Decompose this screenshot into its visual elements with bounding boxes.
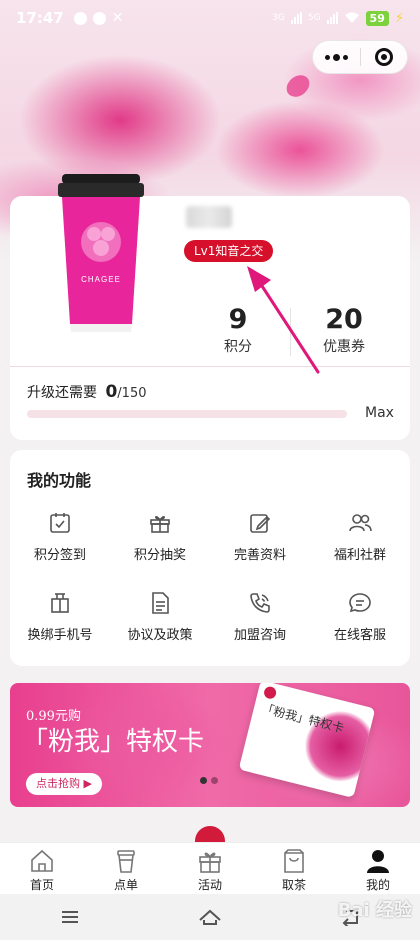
pagination-dot[interactable] (200, 777, 207, 784)
signal-icon (326, 12, 338, 24)
cup-brand-text: CHAGEE (81, 275, 121, 284)
phone-call-icon (247, 590, 273, 616)
stat-divider (290, 308, 291, 356)
phone-swap-icon (47, 590, 73, 616)
wifi-icon (344, 12, 359, 23)
brand-logo-icon (262, 685, 278, 700)
banner-title: 「粉我」特权卡 (22, 727, 205, 757)
function-label: 换绑手机号 (27, 628, 93, 643)
upgrade-progress-bar (27, 410, 347, 418)
function-label: 福利社群 (333, 548, 386, 563)
pagination-dot[interactable] (211, 777, 218, 784)
function-label: 加盟咨询 (233, 628, 286, 643)
function-franchise[interactable]: 加盟咨询 (210, 590, 310, 650)
function-label: 协议及政策 (127, 628, 193, 643)
coupons-stat[interactable]: 20 优惠券 (294, 304, 394, 356)
signal-icon (290, 12, 302, 24)
network-label-2: 5G (307, 13, 321, 23)
tab-home[interactable]: 首页 (0, 843, 84, 894)
coupons-value: 20 (325, 304, 363, 335)
buy-now-button[interactable]: 点击抢购 ▶ (26, 773, 102, 795)
function-label: 积分抽奖 (133, 548, 186, 563)
tab-label: 点单 (113, 878, 138, 892)
status-time: 17:47 (16, 9, 64, 27)
coupons-label: 优惠券 (323, 339, 365, 355)
points-value: 9 (228, 304, 248, 335)
message-icon (73, 11, 87, 25)
card-divider (10, 366, 410, 367)
tools-icon: ✕ (111, 10, 124, 26)
home-button[interactable] (190, 897, 230, 937)
menu-icon (62, 911, 78, 923)
function-lottery[interactable]: 积分抽奖 (110, 510, 210, 570)
tab-mine[interactable]: 我的 (336, 843, 420, 894)
center-tab-badge (195, 826, 225, 842)
cup-icon (112, 847, 140, 875)
document-icon (147, 590, 173, 616)
card-text: 「粉我」特权卡 (260, 701, 346, 736)
upgrade-label: 升级还需要 (27, 385, 97, 401)
tab-label: 活动 (197, 878, 222, 892)
function-label: 完善资料 (233, 548, 286, 563)
upgrade-total: /150 (117, 386, 147, 401)
function-phone-swap[interactable]: 换绑手机号 (10, 590, 110, 650)
functions-title: 我的功能 (27, 471, 92, 490)
points-label: 积分 (224, 339, 252, 355)
tab-pickup[interactable]: 取茶 (252, 843, 336, 894)
bag-icon (280, 847, 308, 875)
home-icon (28, 847, 56, 875)
banner-pagination (200, 777, 218, 784)
points-stat[interactable]: 9 积分 (188, 304, 288, 356)
miniprogram-capsule (312, 40, 408, 74)
tab-order[interactable]: 点单 (84, 843, 168, 894)
level-badge[interactable]: Lv1知音之交 (184, 240, 274, 262)
more-dots-icon (324, 54, 330, 60)
tab-activity[interactable]: 活动 (168, 843, 252, 894)
gift-icon (196, 847, 224, 875)
menu-button[interactable] (50, 897, 90, 937)
chat-icon (347, 590, 373, 616)
charging-icon: ⚡ (394, 10, 404, 26)
username-blurred (186, 206, 232, 228)
tab-label: 首页 (29, 878, 54, 892)
user-icon (364, 847, 392, 875)
upgrade-current: 0 (105, 382, 118, 402)
gift-icon (147, 510, 173, 536)
tab-label: 取茶 (281, 878, 306, 892)
functions-panel: 我的功能 积分签到 积分抽奖 完善资料 福利社群 换绑手机号 协议及政策 加盟咨… (10, 450, 410, 666)
function-label: 积分签到 (33, 548, 86, 563)
cup-image: CHAGEE (58, 174, 144, 332)
more-dots-icon (342, 54, 348, 60)
tab-label: 我的 (365, 878, 390, 892)
users-icon (347, 510, 373, 536)
home-icon (199, 909, 221, 925)
more-options-button[interactable] (313, 53, 360, 61)
function-profile[interactable]: 完善资料 (210, 510, 310, 570)
battery-indicator: 59 (365, 10, 389, 26)
close-miniprogram-button[interactable] (361, 48, 408, 66)
function-support[interactable]: 在线客服 (310, 590, 410, 650)
watermark: Bai 经验 (337, 900, 412, 921)
function-community[interactable]: 福利社群 (310, 510, 410, 570)
functions-grid: 积分签到 积分抽奖 完善资料 福利社群 换绑手机号 协议及政策 加盟咨询 在线客… (10, 510, 410, 650)
promo-banner[interactable]: 0.99元购 「粉我」特权卡 点击抢购 ▶ 「粉我」特权卡 (10, 683, 410, 807)
function-policy[interactable]: 协议及政策 (110, 590, 210, 650)
upgrade-info: 升级还需要 0/150 (27, 382, 147, 402)
max-label: Max (365, 405, 394, 421)
privilege-card-image: 「粉我」特权卡 (238, 683, 376, 798)
target-icon (374, 48, 393, 66)
bottom-tab-bar: 首页 点单 活动 取茶 我的 (0, 842, 420, 894)
member-card: CHAGEE Lv1知音之交 9 积分 20 优惠券 升级还需要 0/150 M… (10, 174, 410, 440)
network-label-1: 3G (272, 13, 285, 23)
calendar-check-icon (47, 510, 73, 536)
edit-icon (247, 510, 273, 536)
notification-icon (92, 11, 106, 25)
function-label: 在线客服 (333, 628, 386, 643)
function-checkin[interactable]: 积分签到 (10, 510, 110, 570)
status-bar: 17:47 ✕ 3G 5G 59 ⚡ (0, 0, 420, 36)
more-dots-icon (332, 53, 340, 61)
